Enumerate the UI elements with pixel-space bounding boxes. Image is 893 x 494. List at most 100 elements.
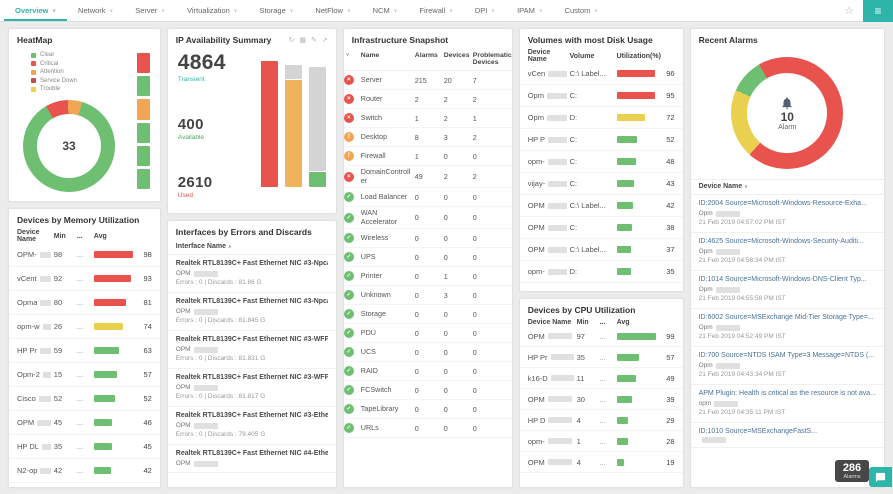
devices-count[interactable]: 0 (444, 329, 469, 338)
problematic-count[interactable]: 0 (473, 272, 512, 281)
table-row[interactable]: Opm D: 72 (519, 107, 683, 129)
category-name[interactable]: Wireless (361, 233, 411, 243)
nav-tab[interactable]: Network ∨ (67, 0, 124, 21)
devices-count[interactable]: 0 (444, 193, 469, 202)
alarms-count[interactable]: 215 (415, 76, 440, 85)
table-row[interactable]: vCen C:\ Label... 96 (519, 63, 683, 85)
table-icon[interactable]: ▦ (299, 36, 306, 44)
table-row[interactable]: FCSwitch 0 0 0 (343, 381, 512, 400)
nav-tab[interactable]: IPAM ∨ (506, 0, 553, 21)
table-row[interactable]: Printer 0 1 0 (343, 267, 512, 286)
nav-tab[interactable]: Overview ∨ (4, 0, 67, 21)
alarm-list-header[interactable]: Device Name ∨ (690, 179, 884, 195)
alarms-count[interactable]: 0 (415, 424, 440, 433)
table-row[interactable]: opm- D: 35 (519, 261, 683, 283)
alarms-count[interactable]: 8 (415, 133, 440, 142)
table-row[interactable]: Desktop 8 3 2 (343, 128, 512, 147)
problematic-count[interactable]: 1 (473, 114, 512, 123)
table-row[interactable]: Opm-2 15 ... 57 (9, 363, 160, 387)
problematic-count[interactable]: 2 (473, 95, 512, 104)
category-name[interactable]: Printer (361, 271, 411, 281)
sort-icon[interactable]: ∨ (346, 52, 357, 58)
star-icon[interactable]: ☆ (835, 4, 863, 17)
alarm-title-link[interactable]: APM Plugin: Health is critical as the re… (699, 389, 876, 399)
table-row[interactable]: Opma 80 ... 81 (9, 291, 160, 315)
table-row[interactable]: N2-op 42 ... 42 (9, 459, 160, 483)
table-row[interactable]: Cisco 52 ... 52 (9, 387, 160, 411)
list-item[interactable]: Realtek RTL8139C+ Fast Ethernet NIC #3-W… (167, 369, 336, 407)
interface-name[interactable]: Realtek RTL8139C+ Fast Ethernet NIC #3-W… (176, 373, 328, 383)
alarm-list-item[interactable]: ID:700 Source=NTDS ISAM Type=3 Message=N… (690, 347, 884, 385)
table-row[interactable]: Router 2 2 2 (343, 90, 512, 109)
problematic-count[interactable]: 0 (473, 348, 512, 357)
problematic-count[interactable]: 0 (473, 367, 512, 376)
col-volume[interactable]: Volume (570, 53, 614, 60)
category-name[interactable]: Storage (361, 309, 411, 319)
table-row[interactable]: Wireless 0 0 0 (343, 229, 512, 248)
category-name[interactable]: Router (361, 94, 411, 104)
devices-count[interactable]: 0 (444, 310, 469, 319)
table-row[interactable]: DomainController 49 2 2 (343, 166, 512, 188)
table-row[interactable]: OPM 30 ... 39 (519, 389, 683, 410)
alarms-count[interactable]: 0 (415, 272, 440, 281)
table-row[interactable]: OPM 4 ... 19 (519, 452, 683, 473)
table-row[interactable]: vCent 92 ... 93 (9, 267, 160, 291)
alarms-count[interactable]: 0 (415, 348, 440, 357)
problematic-count[interactable]: 2 (473, 133, 512, 142)
table-row[interactable]: HP Pr 59 ... 63 (9, 339, 160, 363)
table-row[interactable]: Server 215 20 7 (343, 71, 512, 90)
problematic-count[interactable]: 0 (473, 193, 512, 202)
alarms-count[interactable]: 0 (415, 193, 440, 202)
alarm-list-item[interactable]: APM Plugin: Health is critical as the re… (690, 385, 884, 423)
alarm-title-link[interactable]: ID:700 Source=NTDS ISAM Type=3 Message=N… (699, 351, 876, 361)
table-row[interactable]: OPM C:\ Label... 37 (519, 239, 683, 261)
category-name[interactable]: Desktop (361, 132, 411, 142)
col-min[interactable]: Min (54, 233, 74, 240)
interface-name[interactable]: Realtek RTL8139C+ Fast Ethernet NIC #3-N… (176, 259, 328, 269)
category-name[interactable]: UCS (361, 347, 411, 357)
col-avg[interactable]: Avg (94, 233, 152, 240)
interface-name[interactable]: Realtek RTL8139C+ Fast Ethernet NIC #4-E… (176, 449, 328, 459)
heatmap-cell[interactable] (136, 122, 150, 143)
problematic-count[interactable]: 0 (473, 152, 512, 161)
table-row[interactable]: Load Balancer 0 0 0 (343, 188, 512, 207)
table-row[interactable]: Opm C: 95 (519, 85, 683, 107)
table-row[interactable]: TapeLibrary 0 0 0 (343, 400, 512, 419)
table-row[interactable]: HP DL 35 ... 45 (9, 435, 160, 459)
category-name[interactable]: Server (361, 75, 411, 85)
col-problematic[interactable]: Problematic Devices (473, 52, 512, 66)
table-row[interactable]: opm- 1 ... 28 (519, 431, 683, 452)
table-row[interactable]: UPS 0 0 0 (343, 248, 512, 267)
table-row[interactable]: k16-D 11 ... 49 (519, 368, 683, 389)
alarm-list-item[interactable]: ID:4625 Source=Microsoft-Windows-Securit… (690, 233, 884, 271)
col-device-name[interactable]: Device Name (528, 49, 567, 63)
table-row[interactable]: HP D 4 ... 29 (519, 410, 683, 431)
category-name[interactable]: Unknown (361, 290, 411, 300)
alarms-count[interactable]: 0 (415, 291, 440, 300)
devices-count[interactable]: 0 (444, 152, 469, 161)
devices-count[interactable]: 0 (444, 234, 469, 243)
table-row[interactable]: Storage 0 0 0 (343, 305, 512, 324)
col-min[interactable]: Min (577, 319, 597, 326)
table-row[interactable]: URLs 0 0 0 (343, 419, 512, 438)
alarms-count[interactable]: 49 (415, 172, 440, 181)
problematic-count[interactable]: 0 (473, 253, 512, 262)
sort-icon[interactable]: ∧ (228, 244, 232, 250)
interface-list-header[interactable]: Interface Name ∧ (167, 241, 336, 255)
sort-icon[interactable]: ∨ (744, 184, 748, 190)
table-row[interactable]: Firewall 1 0 0 (343, 147, 512, 166)
col-name[interactable]: Name (361, 52, 411, 59)
interface-name[interactable]: Realtek RTL8139C+ Fast Ethernet NIC #3-W… (176, 335, 328, 345)
category-name[interactable]: DomainController (361, 167, 411, 185)
alarm-count-badge[interactable]: 286 Alarms (835, 460, 869, 482)
devices-count[interactable]: 3 (444, 133, 469, 142)
refresh-icon[interactable]: ↻ (289, 36, 295, 44)
problematic-count[interactable]: 7 (473, 76, 512, 85)
table-row[interactable]: UCS 0 0 0 (343, 343, 512, 362)
menu-button[interactable]: ≡ (863, 0, 893, 22)
devices-count[interactable]: 0 (444, 405, 469, 414)
edit-icon[interactable]: ✎ (311, 36, 317, 44)
table-row[interactable]: vijay- C: 43 (519, 173, 683, 195)
table-row[interactable]: HP P C: 52 (519, 129, 683, 151)
table-row[interactable]: PDU 0 0 0 (343, 324, 512, 343)
